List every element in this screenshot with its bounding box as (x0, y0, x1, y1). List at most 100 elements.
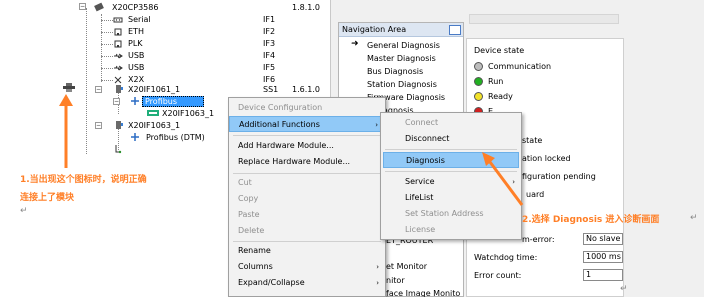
usb-icon (114, 53, 123, 59)
nav-item-io-monitor[interactable]: face Image Monito (386, 289, 460, 297)
if-label: IF1 (263, 15, 276, 24)
nav-item-packet-monitor[interactable]: et Monitor (386, 262, 427, 271)
profibus-icon (131, 97, 139, 105)
paragraph-mark: ↵ (620, 284, 628, 294)
collapse-toggle[interactable]: − (95, 86, 102, 93)
tree-line (101, 68, 113, 69)
led-label: Run (488, 77, 504, 86)
navigation-header: Navigation Area (339, 23, 463, 37)
menu-separator (233, 135, 381, 136)
collapse-toggle[interactable]: − (95, 122, 102, 129)
menu-expand-collapse[interactable]: Expand/Collapse › (229, 275, 385, 291)
menu-label: Add Hardware Module... (238, 141, 334, 150)
chevron-right-icon: › (376, 279, 379, 287)
submenu-set-station-address[interactable]: Set Station Address (381, 206, 521, 222)
menu-label: Rename (238, 246, 271, 255)
tree-line (101, 56, 113, 57)
menu-label: Cut (238, 178, 252, 187)
nav-item-master-diagnosis[interactable]: Master Diagnosis (367, 52, 436, 65)
menu-delete[interactable]: Delete (229, 223, 385, 239)
led-run: Run (474, 75, 503, 89)
paragraph-mark: ↵ (20, 206, 28, 216)
menu-add-hardware-module[interactable]: Add Hardware Module... (229, 138, 385, 154)
submenu-disconnect[interactable]: Disconnect (381, 131, 521, 147)
powerlink-icon (114, 40, 122, 48)
collapse-toggle[interactable]: − (79, 3, 86, 10)
tree-line (101, 44, 113, 45)
dtm-device-icon (147, 110, 159, 116)
submenu-connect[interactable]: Connect (381, 115, 521, 131)
cpu-version: 1.8.1.0 (292, 3, 320, 12)
submenu-license[interactable]: License (381, 222, 521, 238)
paragraph-mark: ↵ (690, 213, 698, 223)
arrow-right-icon: ➜ (351, 39, 359, 49)
if-label: IF3 (263, 39, 276, 48)
led-label: Ready (488, 92, 513, 101)
error-count-field: 1 (583, 269, 623, 281)
menu-separator (233, 241, 381, 242)
menu-rename[interactable]: Rename (229, 243, 385, 259)
ethernet-icon (114, 28, 122, 36)
annotation-note-2: 2.选择 Diagnosis 进入诊断画面 (522, 215, 660, 225)
if-label: IF4 (263, 51, 276, 60)
tree-item-profibus-dtm[interactable]: Profibus (DTM) (142, 96, 204, 115)
menu-label: Copy (238, 194, 259, 203)
submenu-diagnosis[interactable]: Diagnosis (383, 152, 519, 168)
annotation-note-1b: 连接上了模块 (20, 193, 75, 203)
menu-separator (385, 171, 517, 172)
menu-columns[interactable]: Columns › (229, 259, 385, 275)
submenu-additional-functions: Connect Disconnect Diagnosis Service › Li… (380, 112, 522, 240)
menu-label: Delete (238, 226, 265, 235)
menu-additional-functions[interactable]: Additional Functions › (229, 116, 385, 132)
tree-line (101, 14, 102, 82)
toolbar-strip (469, 14, 619, 24)
tree-line (86, 8, 87, 154)
field-label-watchdog: Watchdog time: (474, 253, 538, 262)
nav-item-bus-diagnosis[interactable]: Bus Diagnosis (367, 65, 423, 78)
led-icon (474, 92, 483, 101)
led-icon (474, 77, 483, 86)
field-label-error-count: Error count: (474, 271, 522, 280)
panel-toggle-icon[interactable] (449, 25, 461, 35)
collapse-toggle[interactable]: − (113, 98, 120, 105)
if-label: IF5 (263, 63, 276, 72)
led-label: Communication (488, 62, 552, 71)
usb-icon (114, 65, 123, 71)
serial-port-icon (113, 17, 123, 23)
led-icon (474, 62, 483, 71)
module-icon (116, 121, 123, 129)
menu-copy[interactable]: Copy (229, 191, 385, 207)
menu-device-configuration[interactable]: Device Configuration (229, 100, 385, 116)
menu-label: Expand/Collapse (238, 278, 305, 287)
menu-label: Device Configuration (238, 103, 323, 112)
chevron-right-icon: › (512, 178, 515, 186)
if-label: SS1 (263, 85, 279, 94)
menu-separator (385, 149, 517, 150)
state-guard: uard (526, 190, 545, 199)
if-label: IF2 (263, 27, 276, 36)
led-communication: Communication (474, 60, 551, 74)
nav-item-general-diagnosis[interactable]: General Diagnosis (367, 39, 440, 52)
submenu-lifelist[interactable]: LifeList (381, 190, 521, 206)
chevron-right-icon: › (375, 121, 378, 129)
menu-label: Connect (405, 118, 439, 127)
profibus-icon (131, 133, 139, 141)
menu-label: Service (405, 177, 435, 186)
field-label-error: m-error: (522, 235, 555, 244)
menu-label: Set Station Address (405, 209, 484, 218)
module-icon (116, 85, 123, 93)
menu-replace-hardware-module[interactable]: Replace Hardware Module... (229, 154, 385, 170)
nav-item-station-diagnosis[interactable]: Station Diagnosis (367, 78, 437, 91)
menu-cut[interactable]: Cut (229, 175, 385, 191)
chevron-right-icon: › (376, 263, 379, 271)
tree-line (101, 32, 113, 33)
nav-item-monitor[interactable]: nitor (386, 276, 405, 285)
led-ready: Ready (474, 90, 513, 104)
annotation-note-1: 1.当出现这个图标时，说明正确 (20, 175, 147, 185)
state-locked: ation locked (522, 154, 571, 163)
device-state-title: Device state (474, 46, 525, 55)
terminal-icon (115, 145, 122, 154)
menu-label: Disconnect (405, 134, 450, 143)
menu-paste[interactable]: Paste (229, 207, 385, 223)
submenu-service[interactable]: Service › (381, 174, 521, 190)
